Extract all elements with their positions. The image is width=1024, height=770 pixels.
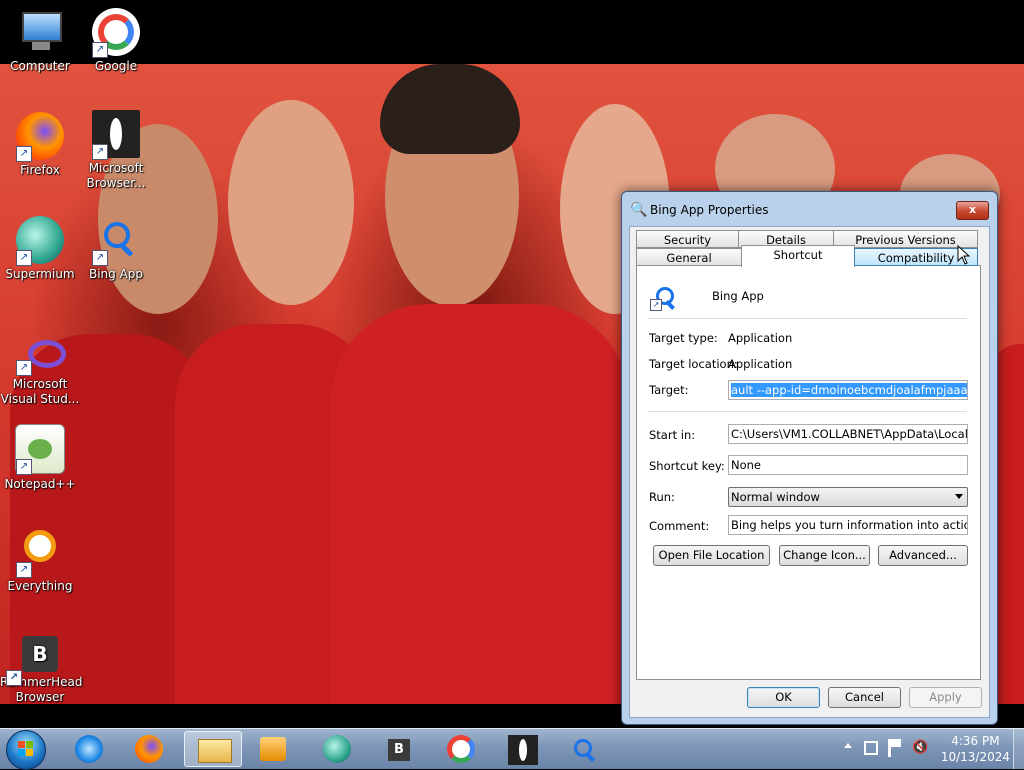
windows-logo-icon bbox=[18, 741, 25, 748]
rammerhead-icon: B bbox=[388, 739, 410, 761]
desktop-icon-google[interactable]: ↗ Google bbox=[76, 8, 156, 74]
clock[interactable]: 4:36 PM 10/13/2024 bbox=[941, 733, 1010, 765]
notepadpp-icon: ↗ bbox=[15, 424, 65, 475]
divider bbox=[648, 318, 967, 319]
google-icon: ↗ bbox=[92, 8, 140, 58]
start-in-label: Start in: bbox=[649, 428, 696, 442]
supermium-icon bbox=[323, 735, 351, 763]
volume-muted-icon[interactable]: 🔇 bbox=[912, 741, 928, 755]
shortcut-arrow-icon: ↗ bbox=[16, 562, 32, 578]
wallpaper-hair bbox=[380, 64, 520, 154]
desktop-icon-visual-studio[interactable]: ↗ Microsoft Visual Stud... bbox=[0, 326, 80, 407]
media-player-icon bbox=[260, 737, 286, 761]
show-desktop-button[interactable] bbox=[1013, 729, 1024, 769]
desktop-icon-firefox[interactable]: ↗ Firefox bbox=[0, 112, 80, 178]
desktop-icon-everything[interactable]: ↗ Everything bbox=[0, 528, 80, 594]
internet-explorer-icon bbox=[75, 735, 103, 763]
open-file-location-button[interactable]: Open File Location bbox=[653, 545, 770, 566]
target-location-value: Application bbox=[728, 357, 793, 371]
comment-input[interactable]: Bing helps you turn information into act… bbox=[728, 515, 968, 535]
shortcut-arrow-icon: ↗ bbox=[16, 146, 32, 162]
target-label: Target: bbox=[649, 383, 689, 397]
taskbar-google-chrome[interactable] bbox=[434, 731, 488, 767]
google-chrome-icon bbox=[447, 735, 475, 763]
explorer-icon bbox=[198, 739, 232, 763]
tab-shortcut[interactable]: Shortcut bbox=[741, 245, 855, 267]
run-select[interactable]: Normal window bbox=[728, 487, 968, 507]
desktop-icon-supermium[interactable]: ↗ Supermium bbox=[0, 216, 80, 282]
shortcut-arrow-icon: ↗ bbox=[6, 670, 22, 686]
close-button[interactable]: x bbox=[956, 201, 989, 220]
shortcut-key-input[interactable]: None bbox=[728, 455, 968, 475]
taskbar-firefox[interactable] bbox=[122, 731, 176, 767]
taskbar-media-player[interactable] bbox=[246, 731, 300, 767]
taskbar-explorer[interactable] bbox=[184, 731, 242, 767]
firefox-icon: ↗ bbox=[16, 112, 64, 162]
visual-studio-icon: ↗ bbox=[16, 326, 66, 376]
shortcut-arrow-icon: ↗ bbox=[92, 144, 108, 160]
taskbar: B 🔇 4:36 PM 10/13/2024 bbox=[0, 728, 1024, 770]
ok-button[interactable]: OK bbox=[747, 687, 820, 708]
dialog-titlebar[interactable]: 🔍 Bing App Properties x bbox=[622, 192, 997, 226]
supermium-icon: ↗ bbox=[16, 216, 64, 266]
wallpaper-figure bbox=[228, 100, 354, 305]
bing-app-small-icon: 🔍 bbox=[630, 202, 648, 218]
advanced-button[interactable]: Advanced... bbox=[878, 545, 968, 566]
taskbar-internet-explorer[interactable] bbox=[62, 731, 116, 767]
show-hidden-icons-icon[interactable] bbox=[844, 743, 852, 748]
firefox-icon bbox=[135, 735, 163, 763]
taskbar-bing-search[interactable] bbox=[558, 731, 612, 767]
taskbar-microsoft-browser[interactable] bbox=[496, 731, 550, 767]
desktop-icon-microsoft-browser[interactable]: ↗ Microsoft Browser... bbox=[76, 110, 156, 191]
shortcut-arrow-icon: ↗ bbox=[92, 42, 108, 58]
target-input[interactable]: ault --app-id=dmoinoebcmdjoalafmpjaaagck… bbox=[728, 380, 968, 400]
network-icon[interactable] bbox=[864, 741, 878, 755]
mouse-cursor-icon bbox=[957, 245, 971, 265]
tab-security[interactable]: Security bbox=[636, 230, 739, 248]
rammerhead-icon: B ↗ bbox=[6, 636, 58, 686]
desktop-icon-bing-app[interactable]: ↗ Bing App bbox=[76, 216, 156, 282]
system-tray: 🔇 4:36 PM 10/13/2024 bbox=[834, 729, 1024, 769]
divider bbox=[648, 411, 967, 412]
comment-label: Comment: bbox=[649, 519, 710, 533]
shortcut-arrow-icon: ↗ bbox=[16, 360, 32, 376]
microsoft-browser-icon: ↗ bbox=[92, 110, 140, 160]
shortcut-arrow-icon: ↗ bbox=[16, 459, 32, 475]
shortcut-arrow-icon: ↗ bbox=[16, 250, 32, 266]
desktop-icon-computer[interactable]: Computer bbox=[0, 8, 80, 74]
desktop-icon-notepadpp[interactable]: ↗ Notepad++ bbox=[0, 424, 80, 492]
bing-app-large-icon: ↗ bbox=[650, 285, 676, 311]
taskbar-supermium[interactable] bbox=[310, 731, 364, 767]
shortcut-key-label: Shortcut key: bbox=[649, 459, 725, 473]
dialog-title: Bing App Properties bbox=[650, 203, 769, 217]
desktop-icon-rammerhead[interactable]: B ↗ RammerHead Browser bbox=[0, 636, 83, 705]
run-label: Run: bbox=[649, 490, 675, 504]
microsoft-browser-icon bbox=[508, 735, 538, 765]
taskbar-rammerhead[interactable]: B bbox=[372, 731, 426, 767]
change-icon-button[interactable]: Change Icon... bbox=[779, 545, 870, 566]
chevron-down-icon bbox=[955, 494, 963, 499]
apply-button[interactable]: Apply bbox=[909, 687, 982, 708]
cancel-button[interactable]: Cancel bbox=[828, 687, 901, 708]
shortcut-name: Bing App bbox=[712, 289, 764, 303]
start-in-input[interactable]: C:\Users\VM1.COLLABNET\AppData\Local\Sup bbox=[728, 424, 968, 444]
shortcut-arrow-icon: ↗ bbox=[92, 250, 108, 266]
computer-icon bbox=[16, 8, 64, 56]
everything-icon: ↗ bbox=[16, 528, 64, 578]
bing-app-icon: ↗ bbox=[92, 216, 140, 266]
target-type-value: Application bbox=[728, 331, 793, 345]
start-button[interactable] bbox=[6, 730, 46, 770]
target-location-label: Target location: bbox=[649, 357, 738, 371]
target-type-label: Target type: bbox=[649, 331, 718, 345]
clock-time: 4:36 PM bbox=[951, 734, 1000, 748]
tab-general[interactable]: General bbox=[636, 248, 742, 266]
wallpaper-jersey bbox=[330, 304, 630, 704]
clock-date: 10/13/2024 bbox=[940, 750, 1010, 764]
